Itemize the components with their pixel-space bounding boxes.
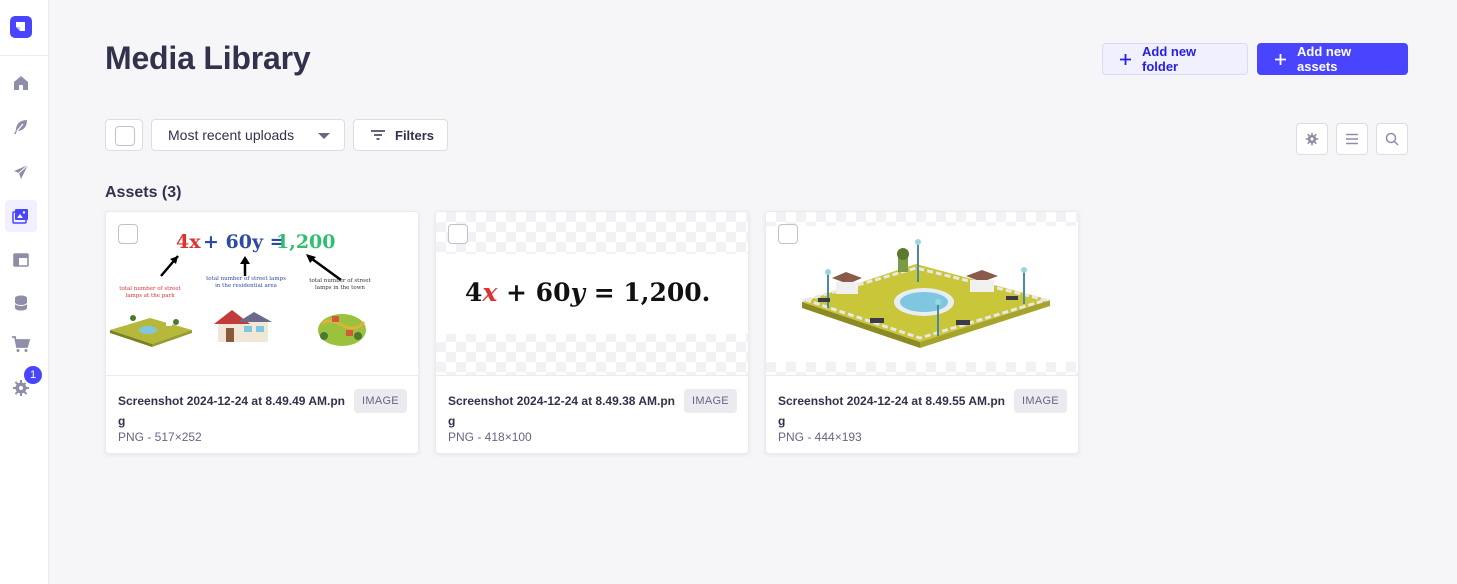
asset-meta: PNG - 517×252: [118, 430, 202, 444]
filter-icon: [371, 130, 385, 140]
gear-icon: [1305, 132, 1319, 146]
list-icon: [1346, 133, 1358, 145]
asset-preview-image: 4x + 60y = 1,200 total number of street …: [110, 231, 371, 347]
asset-type-badge: IMAGE: [354, 389, 407, 413]
feather-icon: [14, 120, 27, 134]
thumb-label-town: total number of street lamps in the town: [309, 278, 371, 291]
asset-type-badge: IMAGE: [684, 389, 737, 413]
settings-notification-badge: 1: [22, 364, 44, 386]
asset-type-badge: IMAGE: [1014, 389, 1067, 413]
cart-icon: [12, 336, 31, 352]
sidebar-item-marketplace[interactable]: [5, 328, 37, 360]
asset-card[interactable]: Screenshot 2024-12-24 at 8.49.55 AM.png …: [765, 211, 1079, 454]
select-all-container: [105, 119, 143, 151]
asset-name: Screenshot 2024-12-24 at 8.49.38 AM.png: [448, 394, 675, 428]
configure-view-button[interactable]: [1296, 123, 1328, 155]
sidebar-item-database[interactable]: [5, 287, 37, 319]
asset-preview-image: 4x + 60y = 1,200.: [436, 254, 748, 334]
filters-button[interactable]: Filters: [353, 119, 448, 151]
asset-thumbnail: 4x + 60y = 1,200 total number of street …: [106, 212, 418, 376]
asset-name: Screenshot 2024-12-24 at 8.49.55 AM.png: [778, 394, 1005, 428]
thumb-label-residential: total number of street lamps in the resi…: [206, 276, 286, 289]
image-icon: [12, 209, 28, 224]
database-icon: [14, 295, 28, 311]
asset-name: Screenshot 2024-12-24 at 8.49.49 AM.png: [118, 394, 345, 428]
chevron-down-icon: [318, 133, 330, 139]
asset-thumbnail: 4x + 60y = 1,200.: [436, 212, 748, 376]
svg-text:1,200: 1,200: [276, 231, 336, 253]
house-icon: [14, 76, 28, 90]
equation-text: 4x + 60y = 1,200.: [465, 278, 711, 307]
svg-text:+ 60y =: + 60y =: [203, 231, 286, 253]
sidebar-item-home[interactable]: [5, 67, 37, 99]
strapi-logo[interactable]: [10, 16, 32, 38]
paper-plane-icon: [14, 164, 29, 179]
asset-meta: PNG - 418×100: [448, 430, 532, 444]
asset-preview-image: [766, 226, 1078, 362]
asset-card[interactable]: 4x + 60y = 1,200 total number of street …: [105, 211, 419, 454]
sidebar-item-content-type-builder[interactable]: [5, 156, 37, 188]
assets-heading: Assets (3): [105, 184, 182, 201]
logo-area: [0, 0, 48, 56]
asset-checkbox[interactable]: [448, 224, 468, 244]
add-new-folder-label: Add new folder: [1142, 44, 1197, 74]
asset-meta: PNG - 444×193: [778, 430, 862, 444]
select-all-checkbox[interactable]: [115, 126, 135, 146]
add-new-assets-button[interactable]: Add new assets: [1257, 43, 1408, 75]
asset-thumbnail: [766, 212, 1078, 376]
sort-select-value: Most recent uploads: [168, 127, 295, 143]
sort-select[interactable]: Most recent uploads: [151, 119, 345, 151]
plus-icon: [1274, 53, 1287, 66]
plus-icon: [1119, 53, 1132, 66]
svg-text:4x: 4x: [176, 231, 201, 253]
layout-icon: [13, 253, 29, 267]
filters-label: Filters: [395, 127, 435, 143]
asset-checkbox[interactable]: [118, 224, 138, 244]
sidebar-item-content-manager[interactable]: [5, 111, 37, 143]
page-title: Media Library: [105, 40, 311, 76]
list-view-button[interactable]: [1336, 123, 1368, 155]
sidebar-item-media-library[interactable]: [5, 200, 37, 232]
sidebar-item-layout[interactable]: [5, 244, 37, 276]
search-icon: [1385, 132, 1399, 146]
main-sidebar: 1: [0, 0, 49, 584]
add-new-assets-label: Add new assets: [1297, 44, 1352, 74]
search-button[interactable]: [1376, 123, 1408, 155]
asset-checkbox[interactable]: [778, 224, 798, 244]
add-new-folder-button[interactable]: Add new folder: [1102, 43, 1248, 75]
asset-card[interactable]: 4x + 60y = 1,200. Screenshot 2024-12-24 …: [435, 211, 749, 454]
thumb-label-park: total number of street lamps at the park: [119, 286, 181, 299]
